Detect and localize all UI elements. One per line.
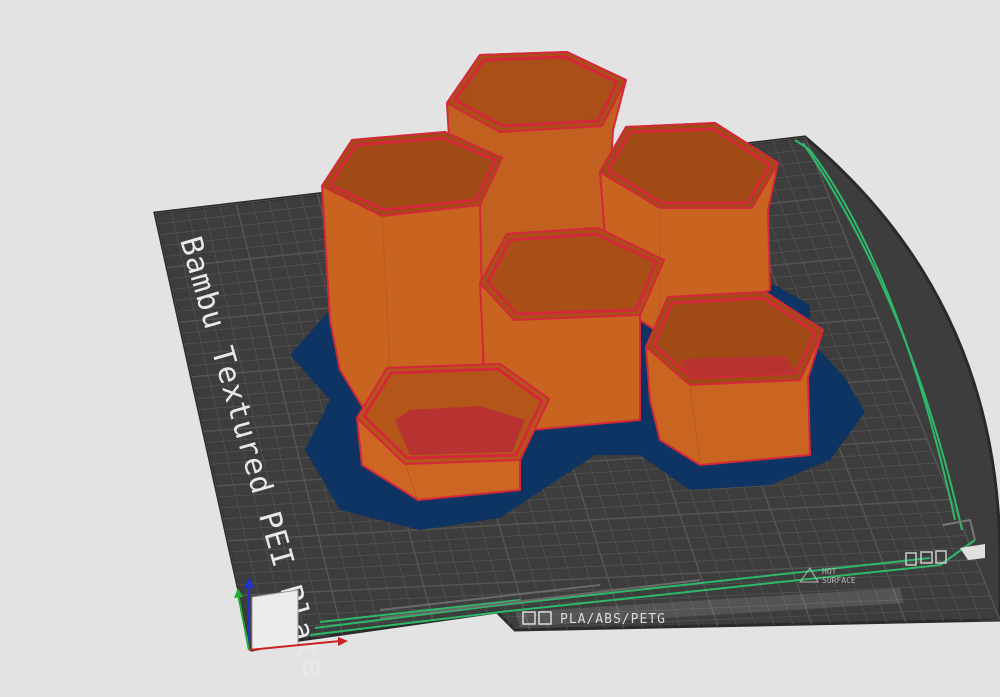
surface-label: SURFACE (822, 576, 856, 585)
hex-cup-right-front (645, 291, 824, 466)
material-label: PLA/ABS/PETG (560, 612, 666, 627)
x-axis-arrowhead-icon (338, 637, 348, 646)
hex-cup-front-left (356, 363, 550, 501)
3d-viewport[interactable]: Bambu Textured PEI Plate PLA/ABS/PETG HO… (0, 0, 1000, 697)
hot-label: HOT (822, 567, 837, 576)
